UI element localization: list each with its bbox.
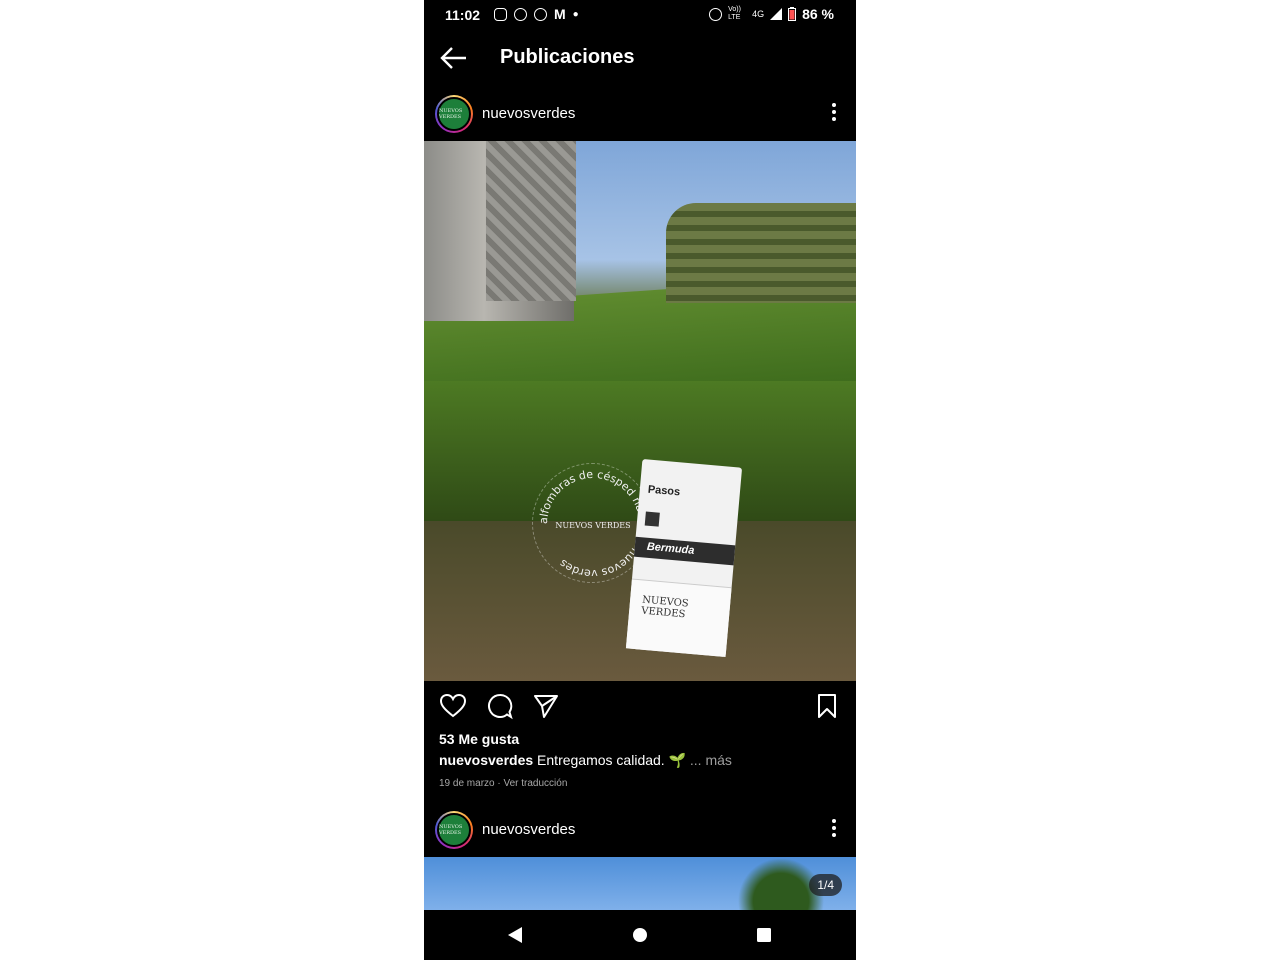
more-vertical-icon[interactable] [830, 101, 838, 123]
bookmark-icon[interactable] [813, 692, 841, 720]
post-header: NUEVOS VERDES nuevosverdes [424, 89, 856, 141]
signal-icon [770, 8, 783, 20]
post-image[interactable]: 1/4 [424, 857, 856, 910]
circle-home-icon[interactable] [631, 925, 649, 945]
alarm-icon [514, 7, 527, 21]
battery-icon [788, 7, 797, 21]
triangle-back-icon[interactable] [506, 925, 524, 945]
heart-icon[interactable] [439, 692, 467, 720]
square-recents-icon[interactable] [755, 925, 773, 945]
more-notifications-dot-icon: ● [572, 8, 579, 20]
page-title: Publicaciones [500, 46, 635, 68]
post-actions [424, 686, 856, 726]
arrow-left-icon[interactable] [438, 44, 468, 72]
image-counter: 1/4 [809, 874, 842, 896]
avatar[interactable]: NUEVOS VERDES [435, 95, 473, 133]
post-header: NUEVOS VERDES nuevosverdes [424, 805, 856, 857]
movistar-icon: M [554, 6, 566, 22]
send-icon[interactable] [532, 692, 560, 720]
status-notification-icons: M ● [494, 6, 579, 22]
alarm-icon [534, 7, 547, 21]
post-date-translate[interactable]: 19 de marzo · Ver traducción [439, 778, 567, 789]
app-bar: Publicaciones [424, 30, 856, 86]
card-title: Pasos [647, 483, 681, 499]
status-bar: 11:02 M ● Vo)) LTE 4G 86 % [424, 0, 856, 30]
comment-icon[interactable] [486, 692, 514, 720]
post-username[interactable]: nuevosverdes [482, 821, 575, 838]
caption-more-link[interactable]: ... más [690, 752, 732, 768]
more-vertical-icon[interactable] [830, 817, 838, 839]
avatar-logo-text: NUEVOS VERDES [439, 824, 463, 836]
status-time: 11:02 [445, 7, 481, 23]
post-username[interactable]: nuevosverdes [482, 105, 575, 122]
card-logo-text: NUEVOS VERDES [640, 594, 690, 621]
volte-label: Vo)) LTE [728, 6, 741, 21]
status-system-icons: Vo)) LTE 4G 86 % [709, 6, 834, 22]
avatar-logo-text: NUEVOS VERDES [439, 108, 463, 120]
caption-username[interactable]: nuevosverdes [439, 752, 533, 768]
product-card: Pasos Bermuda NUEVOS VERDES [625, 459, 743, 657]
caption-text: Entregamos calidad. 🌱 [533, 752, 687, 768]
post-caption: nuevosverdes Entregamos calidad. 🌱 ... m… [439, 752, 849, 769]
watermark-center-text: NUEVOS VERDES [555, 521, 630, 530]
system-nav-bar [424, 910, 856, 960]
phone-screen: 11:02 M ● Vo)) LTE 4G 86 % Publicaciones… [424, 0, 856, 960]
battery-percent: 86 % [802, 6, 834, 22]
network-type: 4G [752, 9, 765, 19]
avatar[interactable]: NUEVOS VERDES [435, 811, 473, 849]
likes-count[interactable]: 53 Me gusta [439, 731, 519, 747]
post-image[interactable]: alfombras de césped natural · nuevos ver… [424, 141, 856, 681]
card-band-text: Bermuda [646, 540, 695, 557]
instagram-icon [494, 7, 507, 21]
alarm-icon [709, 7, 723, 21]
